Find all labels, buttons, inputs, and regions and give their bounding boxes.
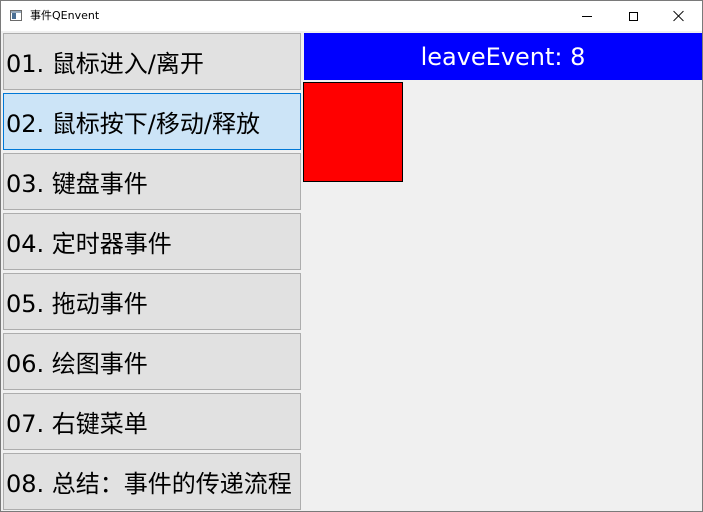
event-status-label: leaveEvent: 8: [304, 33, 702, 80]
content-area: 01. 鼠标进入/离开 02. 鼠标按下/移动/释放 03. 键盘事件 04. …: [1, 31, 702, 511]
title-bar[interactable]: 事件QEnvent: [1, 1, 702, 31]
minimize-icon: [582, 15, 592, 17]
maximize-icon: [628, 11, 638, 21]
window-title: 事件QEnvent: [30, 9, 100, 22]
app-icon: [10, 10, 22, 21]
event-nav-list: 01. 鼠标进入/离开 02. 鼠标按下/移动/释放 03. 键盘事件 04. …: [1, 31, 303, 511]
nav-button-keyboard-event[interactable]: 03. 键盘事件: [3, 153, 301, 210]
close-icon: [673, 10, 685, 22]
nav-button-timer-event[interactable]: 04. 定时器事件: [3, 213, 301, 270]
nav-button-mouse-enter-leave[interactable]: 01. 鼠标进入/离开: [3, 33, 301, 90]
draggable-red-square[interactable]: [303, 82, 403, 182]
nav-button-mouse-press-move-release[interactable]: 02. 鼠标按下/移动/释放: [3, 93, 301, 150]
nav-button-context-menu[interactable]: 07. 右键菜单: [3, 393, 301, 450]
nav-button-paint-event[interactable]: 06. 绘图事件: [3, 333, 301, 390]
minimize-button[interactable]: [564, 1, 610, 31]
app-window: 事件QEnvent 01. 鼠标进入/离开 02. 鼠标按下/移动/释放 03.…: [0, 0, 703, 512]
maximize-button[interactable]: [610, 1, 656, 31]
nav-button-drag-event[interactable]: 05. 拖动事件: [3, 273, 301, 330]
close-button[interactable]: [656, 1, 702, 31]
nav-button-summary[interactable]: 08. 总结：事件的传递流程: [3, 453, 301, 510]
